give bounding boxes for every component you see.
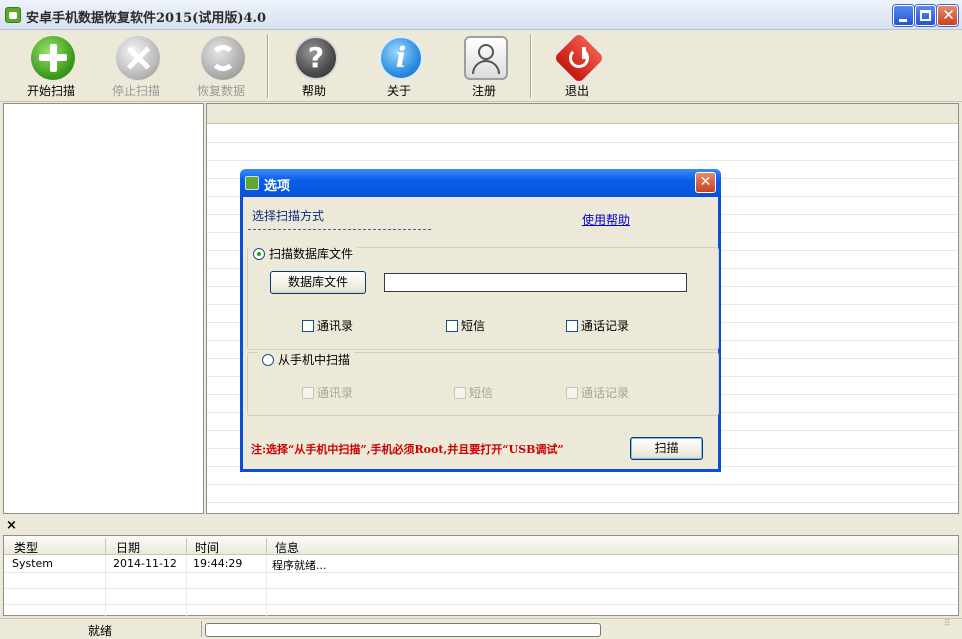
help-label: 帮助 xyxy=(301,84,326,98)
phone-sms-checkbox[interactable]: 短信 xyxy=(454,384,493,401)
checkbox-icon xyxy=(302,319,314,332)
toolbar-separator xyxy=(267,34,269,98)
phone-calls-label: 通话记录 xyxy=(581,386,630,400)
close-window-button[interactable]: ✕ xyxy=(937,5,958,26)
log-cell-date: 2014-11-12 xyxy=(113,557,177,570)
close-icon: ✕ xyxy=(942,6,955,24)
scan-database-label: 扫描数据库文件 xyxy=(269,247,354,261)
device-tree-panel[interactable] xyxy=(3,103,204,514)
toolbar: 开始扫描 停止扫描 恢复数据 ? 帮助 i 关于 注册 退出 xyxy=(0,29,962,102)
user-icon xyxy=(464,36,508,80)
db-calls-label: 通话记录 xyxy=(581,319,630,333)
log-panel: 类型 日期 时间 信息 System 2014-11-12 19:44:29 程… xyxy=(3,535,959,617)
usage-help-link[interactable]: 使用帮助 xyxy=(582,211,630,228)
scan-mode-label: 选择扫描方式 xyxy=(252,209,325,223)
info-icon: i xyxy=(379,36,423,80)
db-contacts-label: 通讯录 xyxy=(317,319,354,333)
phone-contacts-checkbox[interactable]: 通讯录 xyxy=(302,384,353,401)
log-cell-time: 19:44:29 xyxy=(193,557,243,570)
scan-mode-divider xyxy=(248,229,431,230)
checkbox-icon xyxy=(446,319,458,332)
dialog-title-bar: 选项 ✕ xyxy=(240,169,721,197)
resize-grip-icon[interactable]: ⠿ xyxy=(944,620,958,636)
maximize-button[interactable] xyxy=(915,5,936,26)
exit-button[interactable]: 退出 xyxy=(544,29,610,100)
start-scan-label: 开始扫描 xyxy=(26,84,75,98)
radio-selected-icon xyxy=(253,247,265,260)
db-contacts-checkbox[interactable]: 通讯录 xyxy=(302,317,353,334)
log-cell-info: 程序就绪... xyxy=(272,559,327,572)
android-app-icon xyxy=(5,7,21,23)
log-col-time[interactable]: 时间 xyxy=(195,539,219,556)
db-sms-label: 短信 xyxy=(461,319,486,333)
db-sms-checkbox[interactable]: 短信 xyxy=(446,317,485,334)
log-header: 类型 日期 时间 信息 xyxy=(4,536,958,555)
register-button[interactable]: 注册 xyxy=(451,34,517,100)
db-calls-checkbox[interactable]: 通话记录 xyxy=(566,317,629,334)
about-label: 关于 xyxy=(386,84,411,98)
database-path-input[interactable] xyxy=(384,273,687,292)
start-scan-button[interactable]: 开始扫描 xyxy=(18,34,84,100)
android-app-icon xyxy=(245,176,259,190)
exit-label: 退出 xyxy=(564,84,589,98)
log-col-info[interactable]: 信息 xyxy=(275,539,299,556)
checkbox-icon xyxy=(566,386,578,399)
stop-x-icon xyxy=(116,36,160,80)
database-scan-group xyxy=(247,247,719,350)
options-dialog: 选项 ✕ 选择扫描方式 使用帮助 扫描数据库文件 数据库文件 通讯录 短信 通话… xyxy=(240,169,721,472)
window-title: 安卓手机数据恢复软件2015(试用版)4.0 xyxy=(26,11,267,26)
log-col-date[interactable]: 日期 xyxy=(116,539,140,556)
maximize-icon xyxy=(920,10,931,21)
scan-button[interactable]: 扫描 xyxy=(630,437,703,460)
scan-phone-label: 从手机中扫描 xyxy=(278,353,351,367)
close-log-icon[interactable]: × xyxy=(6,518,17,533)
about-button[interactable]: i 关于 xyxy=(366,34,432,100)
main-window: 安卓手机数据恢复软件2015(试用版)4.0 ✕ 开始扫描 停止扫描 恢复数据 … xyxy=(0,0,962,638)
minimize-button[interactable] xyxy=(893,5,914,26)
database-file-button[interactable]: 数据库文件 xyxy=(270,271,366,294)
checkbox-icon xyxy=(566,319,578,332)
log-cell-type: System xyxy=(12,557,54,570)
checkbox-icon xyxy=(302,386,314,399)
toolbar-separator xyxy=(530,34,532,98)
log-col-type[interactable]: 类型 xyxy=(14,539,38,556)
help-button[interactable]: ? 帮助 xyxy=(281,34,347,100)
root-usb-warning: 注:选择“从手机中扫描”,手机必须Root,并且要打开“USB调试” xyxy=(251,443,564,456)
dialog-close-button[interactable]: ✕ xyxy=(695,172,716,193)
stop-scan-label: 停止扫描 xyxy=(111,84,160,98)
scan-database-radio[interactable]: 扫描数据库文件 xyxy=(249,245,358,262)
checkbox-icon xyxy=(454,386,466,399)
register-label: 注册 xyxy=(471,84,496,98)
recover-data-button[interactable]: 恢复数据 xyxy=(188,34,254,100)
phone-calls-checkbox[interactable]: 通话记录 xyxy=(566,384,629,401)
radio-unselected-icon xyxy=(262,353,274,366)
power-icon xyxy=(550,29,608,87)
plus-icon xyxy=(31,36,75,80)
phone-contacts-label: 通讯录 xyxy=(317,386,354,400)
dialog-title: 选项 xyxy=(264,179,291,194)
scan-phone-radio[interactable]: 从手机中扫描 xyxy=(258,351,355,368)
refresh-icon xyxy=(201,36,245,80)
progress-bar xyxy=(205,623,601,637)
status-text: 就绪 xyxy=(88,624,113,638)
status-bar: 就绪 ⠿ xyxy=(0,618,962,638)
stop-scan-button[interactable]: 停止扫描 xyxy=(103,34,169,100)
phone-sms-label: 短信 xyxy=(469,386,494,400)
recover-data-label: 恢复数据 xyxy=(196,84,245,98)
title-bar: 安卓手机数据恢复软件2015(试用版)4.0 ✕ xyxy=(0,0,962,30)
question-icon: ? xyxy=(294,36,338,80)
results-list-header xyxy=(207,104,958,124)
minimize-icon xyxy=(899,19,907,22)
